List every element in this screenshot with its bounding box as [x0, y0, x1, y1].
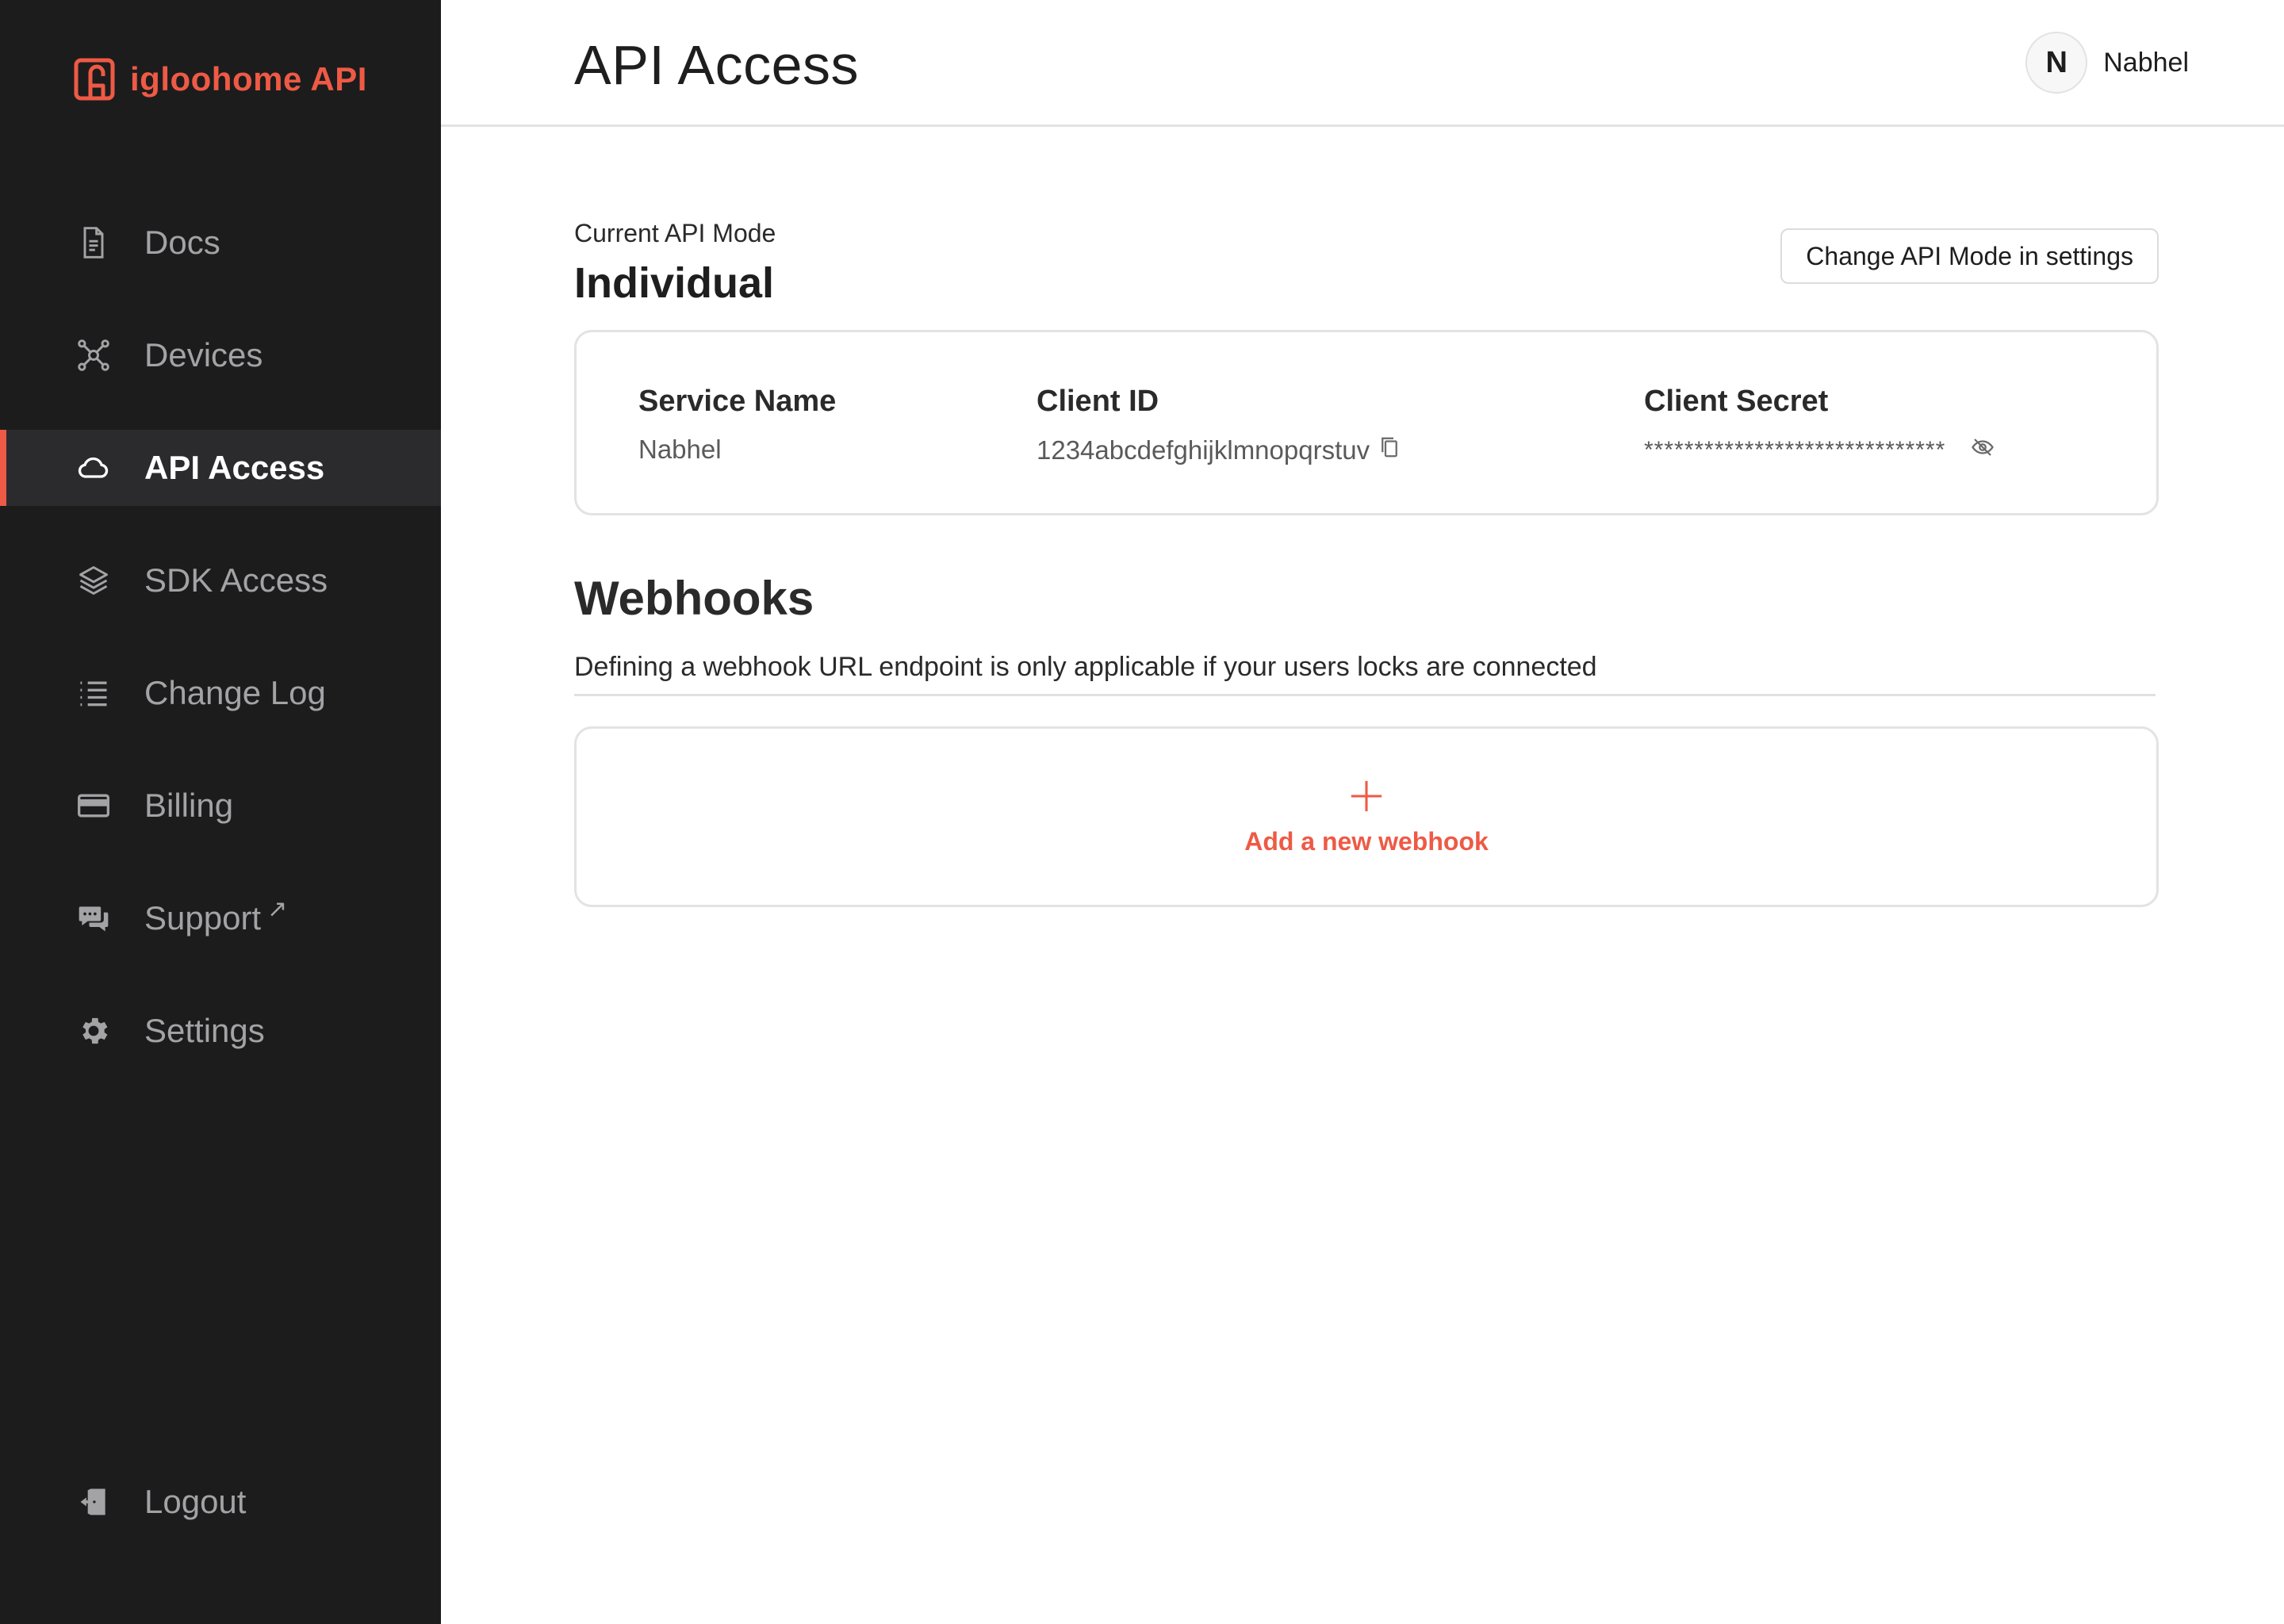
- top-bar: API Access N Nabhel: [441, 0, 2284, 127]
- service-name-value: Nabhel: [638, 435, 722, 464]
- client-id-value-row: 1234abcdefghijklmnopqrstuv: [1037, 435, 1401, 466]
- sidebar-item-label: SDK Access: [144, 561, 328, 599]
- main-content: API Access N Nabhel Current API Mode Ind…: [441, 0, 2284, 1624]
- sidebar-item-settings[interactable]: Settings: [0, 993, 441, 1069]
- client-id-field: Client ID 1234abcdefghijklmnopqrstuv: [1037, 385, 1401, 466]
- add-webhook-label: Add a new webhook: [1244, 826, 1489, 856]
- logout-button[interactable]: Logout: [0, 1464, 441, 1540]
- igloohome-logo-icon: [74, 58, 115, 101]
- client-secret-value: ******************************: [1644, 437, 1946, 463]
- api-mode-label: Current API Mode: [574, 219, 776, 247]
- sidebar-item-docs[interactable]: Docs: [0, 205, 441, 281]
- sidebar-item-label: Settings: [144, 1012, 265, 1049]
- chat-bubbles-icon: [75, 899, 113, 937]
- webhooks-description: Defining a webhook URL endpoint is only …: [574, 652, 1597, 682]
- sidebar-item-label: Devices: [144, 336, 263, 373]
- user-name: Nabhel: [2103, 47, 2189, 78]
- credit-card-icon: [75, 787, 113, 825]
- add-webhook-button[interactable]: Add a new webhook: [574, 726, 2159, 907]
- sidebar-item-billing[interactable]: Billing: [0, 768, 441, 844]
- sidebar-item-devices[interactable]: Devices: [0, 317, 441, 393]
- divider: [574, 694, 2156, 696]
- client-secret-label: Client Secret: [1644, 385, 1829, 418]
- sidebar-item-support[interactable]: Support ↗: [0, 880, 441, 956]
- client-id-label: Client ID: [1037, 385, 1159, 418]
- sidebar: igloohome API Docs Devices API Access SD…: [0, 0, 441, 1624]
- sidebar-item-api-access[interactable]: API Access: [0, 430, 441, 506]
- sidebar-item-label: Support: [144, 899, 262, 936]
- brand-logo[interactable]: igloohome API: [73, 57, 367, 102]
- logout-label: Logout: [144, 1483, 247, 1520]
- external-link-icon: ↗: [267, 895, 288, 922]
- document-icon: [75, 224, 113, 262]
- change-api-mode-button[interactable]: Change API Mode in settings: [1780, 228, 2159, 284]
- sidebar-item-change-log[interactable]: Change Log: [0, 655, 441, 731]
- api-mode-value: Individual: [574, 259, 775, 307]
- brand-name: igloohome API: [130, 60, 367, 98]
- client-secret-field: Client Secret **************************…: [1644, 385, 1995, 466]
- client-secret-value-row: ******************************: [1644, 435, 1995, 466]
- sidebar-item-label: API Access: [144, 449, 325, 486]
- list-icon: [75, 674, 113, 712]
- service-name-field: Service Name Nabhel: [638, 385, 836, 465]
- client-id-value[interactable]: 1234abcdefghijklmnopqrstuv: [1037, 435, 1370, 465]
- app-root: igloohome API Docs Devices API Access SD…: [0, 0, 2284, 1624]
- sidebar-item-label: Billing: [144, 787, 234, 824]
- service-name-value-row: Nabhel: [638, 435, 836, 465]
- credentials-card: Service Name Nabhel Client ID 1234abcdef…: [574, 330, 2159, 515]
- sidebar-nav: Docs Devices API Access SDK Access Chang…: [0, 205, 441, 1105]
- cloud-icon: [75, 449, 113, 487]
- sidebar-item-label: Docs: [144, 224, 220, 261]
- sidebar-item-label: Change Log: [144, 674, 326, 711]
- webhooks-title: Webhooks: [574, 572, 814, 625]
- logout-door-icon: [75, 1483, 113, 1521]
- service-name-label: Service Name: [638, 385, 837, 418]
- sidebar-item-sdk-access[interactable]: SDK Access: [0, 542, 441, 619]
- avatar: N: [2025, 32, 2088, 94]
- copy-icon[interactable]: [1378, 435, 1401, 466]
- user-menu[interactable]: N Nabhel: [2025, 32, 2189, 94]
- eye-off-icon[interactable]: [1971, 435, 1995, 466]
- plus-icon: [1351, 780, 1382, 811]
- logout-section: Logout: [0, 1464, 441, 1576]
- page-title: API Access: [574, 34, 860, 96]
- layers-icon: [75, 561, 113, 599]
- gear-icon: [75, 1012, 113, 1050]
- network-nodes-icon: [75, 336, 113, 374]
